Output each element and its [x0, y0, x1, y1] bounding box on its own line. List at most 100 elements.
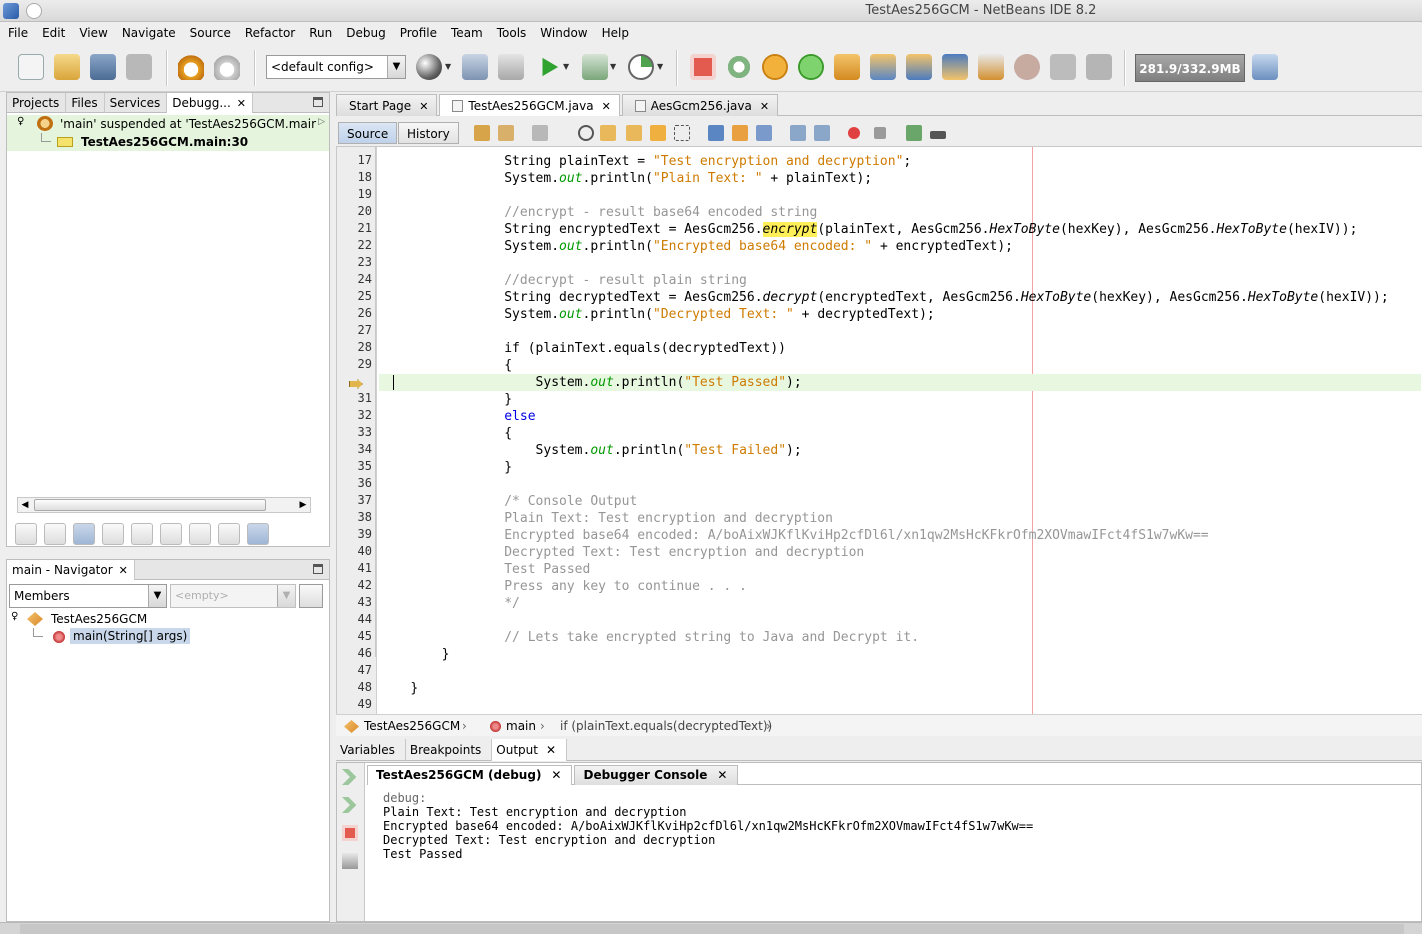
- menu-view[interactable]: View: [79, 26, 107, 40]
- expand-toggle-icon[interactable]: ♀: [17, 116, 24, 127]
- tree-item-call-frame[interactable]: TestAes256GCM.main:30: [7, 133, 329, 151]
- chevron-down-icon[interactable]: ▼: [610, 62, 616, 71]
- step-out-icon[interactable]: [942, 54, 968, 80]
- show-qualified-names-icon[interactable]: [160, 523, 182, 545]
- line-number[interactable]: 19: [358, 187, 372, 201]
- line-number[interactable]: 29: [358, 357, 372, 371]
- menu-profile[interactable]: Profile: [400, 26, 437, 40]
- line-number[interactable]: 43: [358, 595, 372, 609]
- code-line-40[interactable]: Decrypted Text: Test encryption and decr…: [379, 544, 1421, 561]
- expand-toggle-icon[interactable]: ♀: [11, 611, 18, 622]
- back-icon[interactable]: [498, 125, 514, 141]
- tab-variables[interactable]: Variables: [336, 739, 406, 761]
- tree-item-class[interactable]: ♀ TestAes256GCM: [7, 610, 329, 628]
- tab-source[interactable]: Source: [338, 122, 398, 144]
- tab-breakpoints[interactable]: Breakpoints: [406, 739, 493, 761]
- code-line-25[interactable]: String decryptedText = AesGcm256.decrypt…: [379, 289, 1421, 306]
- code-line-39[interactable]: Encrypted base64 encoded: A/boAixWJKflKv…: [379, 527, 1421, 544]
- finish-debugger-icon[interactable]: [690, 54, 716, 80]
- tab-files[interactable]: Files: [66, 93, 105, 113]
- profile-project-icon[interactable]: [628, 54, 654, 80]
- debug-project-icon[interactable]: [582, 54, 608, 80]
- config-select[interactable]: <default config> ▼: [266, 55, 406, 79]
- code-line-38[interactable]: Plain Text: Test encryption and decrypti…: [379, 510, 1421, 527]
- toggle-highlight-icon[interactable]: [650, 125, 666, 141]
- tab-testaes256gcm-java[interactable]: TestAes256GCM.java ✕: [439, 94, 620, 116]
- line-number[interactable]: 32: [358, 408, 372, 422]
- new-project-icon[interactable]: [54, 54, 80, 80]
- scroll-right-icon[interactable]: ▶: [296, 498, 310, 512]
- memory-usage-meter[interactable]: 281.9/332.9MB: [1135, 54, 1245, 82]
- minimize-panel-icon[interactable]: [313, 97, 323, 107]
- breadcrumb-method[interactable]: main: [506, 719, 536, 733]
- code-line-32[interactable]: else: [379, 408, 1421, 425]
- code-line-18[interactable]: System.out.println("Plain Text: " + plai…: [379, 170, 1421, 187]
- code-line-30-current[interactable]: System.out.println("Test Passed");: [379, 374, 1421, 391]
- code-line-26[interactable]: System.out.println("Decrypted Text: " + …: [379, 306, 1421, 323]
- close-icon[interactable]: ✕: [419, 100, 428, 113]
- step-over-icon[interactable]: [834, 54, 860, 80]
- menu-edit[interactable]: Edit: [42, 26, 65, 40]
- line-number[interactable]: 17: [358, 153, 372, 167]
- close-icon[interactable]: ✕: [760, 100, 769, 113]
- chevron-right-icon[interactable]: ▷: [318, 117, 325, 127]
- code-line-21[interactable]: String encryptedText = AesGcm256.encrypt…: [379, 221, 1421, 238]
- tree-item-thread[interactable]: ♀ 'main' suspended at 'TestAes256GCM.mai…: [7, 115, 329, 133]
- tab-debugging[interactable]: Debugg... ✕: [167, 93, 254, 113]
- tab-services[interactable]: Services: [105, 93, 168, 113]
- close-icon[interactable]: ✕: [717, 768, 727, 782]
- chevron-down-icon[interactable]: ▼: [445, 62, 451, 71]
- tab-debugger-console[interactable]: Debugger Console ✕: [574, 765, 739, 785]
- line-number[interactable]: 36: [358, 476, 372, 490]
- run-project-icon[interactable]: [542, 57, 559, 77]
- shift-left-icon[interactable]: [790, 125, 806, 141]
- line-number[interactable]: 49: [358, 697, 372, 711]
- tab-projects[interactable]: Projects: [7, 93, 67, 113]
- code-line-17[interactable]: String plainText = "Test encryption and …: [379, 153, 1421, 170]
- code-line-20[interactable]: //encrypt - result base64 encoded string: [379, 204, 1421, 221]
- rerun-with-params-icon[interactable]: [342, 797, 357, 813]
- line-number[interactable]: 33: [358, 425, 372, 439]
- shift-right-icon[interactable]: [814, 125, 830, 141]
- menu-tools[interactable]: Tools: [497, 26, 527, 40]
- code-line-29[interactable]: {: [379, 357, 1421, 374]
- code-line-28[interactable]: if (plainText.equals(decryptedText)): [379, 340, 1421, 357]
- horizontal-scrollbar[interactable]: ◀ ▶: [17, 497, 311, 513]
- sort-default-icon[interactable]: [247, 523, 269, 545]
- close-icon[interactable]: ✕: [237, 97, 246, 110]
- menu-run[interactable]: Run: [309, 26, 332, 40]
- code-line-33[interactable]: {: [379, 425, 1421, 442]
- garbage-collect-icon[interactable]: [1252, 54, 1278, 80]
- code-line-37[interactable]: /* Console Output: [379, 493, 1421, 510]
- menu-navigate[interactable]: Navigate: [122, 26, 176, 40]
- line-number[interactable]: 39: [358, 527, 372, 541]
- start-macro-recording-icon[interactable]: [848, 127, 860, 139]
- output-settings-icon[interactable]: [342, 853, 358, 869]
- code-editor[interactable]: 1617181920212223242526272829303132333435…: [336, 147, 1422, 714]
- line-number[interactable]: 38: [358, 510, 372, 524]
- close-icon[interactable]: ✕: [546, 743, 556, 757]
- chevron-down-icon[interactable]: ▼: [563, 62, 569, 71]
- line-number[interactable]: 47: [358, 663, 372, 677]
- code-line-31[interactable]: }: [379, 391, 1421, 408]
- breadcrumb-class[interactable]: TestAes256GCM: [364, 719, 460, 733]
- members-select[interactable]: Members ▼: [9, 584, 167, 608]
- step-over-expression-icon[interactable]: [870, 54, 896, 80]
- pause-icon[interactable]: [762, 54, 788, 80]
- tab-start-page[interactable]: Start Page ✕: [336, 94, 438, 116]
- menu-debug[interactable]: Debug: [346, 26, 385, 40]
- sort-by-suspend-icon[interactable]: [189, 523, 211, 545]
- code-line-45[interactable]: // Lets take encrypted string to Java an…: [379, 629, 1421, 646]
- sort-by-name-icon[interactable]: [218, 523, 240, 545]
- comment-icon[interactable]: [906, 125, 922, 141]
- menu-source[interactable]: Source: [190, 26, 231, 40]
- toggle-rectangular-selection-icon[interactable]: [674, 125, 690, 141]
- find-previous-icon[interactable]: [600, 125, 616, 141]
- tab-history[interactable]: History: [398, 122, 459, 144]
- tab-output[interactable]: Output ✕: [492, 739, 568, 761]
- close-icon[interactable]: ✕: [119, 564, 128, 577]
- line-number[interactable]: 16: [358, 147, 372, 150]
- show-less-icon[interactable]: [73, 523, 95, 545]
- tab-aesgcm256-java[interactable]: AesGcm256.java ✕: [621, 94, 779, 116]
- undo-icon[interactable]: [178, 54, 204, 80]
